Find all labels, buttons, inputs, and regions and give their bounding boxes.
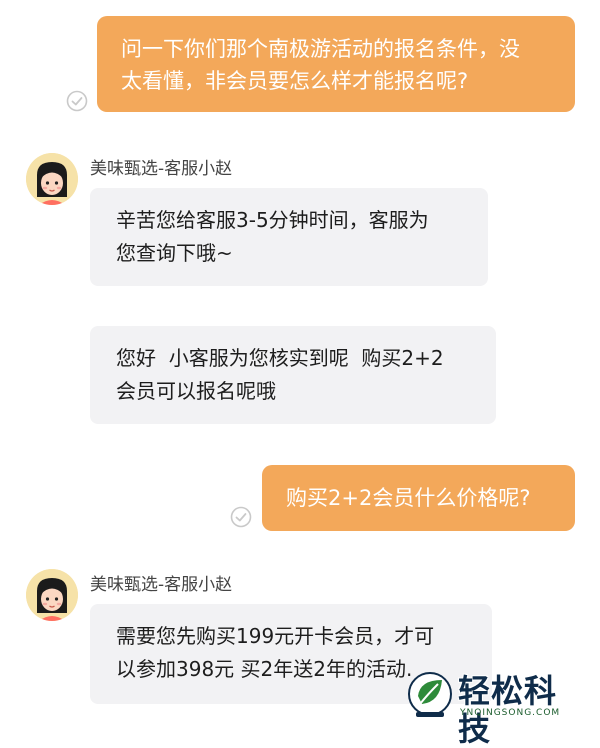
agent-avatar[interactable] xyxy=(26,153,78,205)
girl-avatar-icon xyxy=(26,153,78,205)
outgoing-message-bubble: 问一下你们那个南极游活动的报名条件，没 太看懂，非会员要怎么样才能报名呢? xyxy=(97,16,575,112)
message-text-line: 需要您先购买199元开卡会员，才可 xyxy=(116,624,435,648)
agent-avatar[interactable] xyxy=(26,569,78,621)
watermark: 轻松科技 YNQINGSONG.COM xyxy=(406,670,586,748)
leaf-logo-icon xyxy=(408,672,452,717)
girl-avatar-icon xyxy=(26,569,78,621)
message-text-line: 您查询下哦~ xyxy=(116,241,233,265)
agent-name: 美味甄选-客服小赵 xyxy=(90,159,233,179)
message-text-line: 购买2+2会员什么价格呢? xyxy=(286,486,531,510)
message-text-line: 问一下你们那个南极游活动的报名条件，没 xyxy=(121,37,520,61)
agent-name: 美味甄选-客服小赵 xyxy=(90,575,233,595)
outgoing-message-bubble: 购买2+2会员什么价格呢? xyxy=(262,465,575,531)
message-text-line: 会员可以报名呢哦 xyxy=(116,379,276,403)
message-text-line: 太看懂，非会员要怎么样才能报名呢? xyxy=(121,69,469,93)
incoming-message-bubble: 您好 小客服为您核实到呢 购买2+2 会员可以报名呢哦 xyxy=(90,326,496,424)
incoming-message-bubble: 辛苦您给客服3-5分钟时间，客服为 您查询下哦~ xyxy=(90,188,488,286)
message-text-line: 您好 小客服为您核实到呢 购买2+2 xyxy=(116,346,444,370)
watermark-domain: YNQINGSONG.COM xyxy=(460,708,561,718)
read-check-icon xyxy=(230,506,252,528)
message-text-line: 辛苦您给客服3-5分钟时间，客服为 xyxy=(116,208,429,232)
read-check-icon xyxy=(66,90,88,112)
